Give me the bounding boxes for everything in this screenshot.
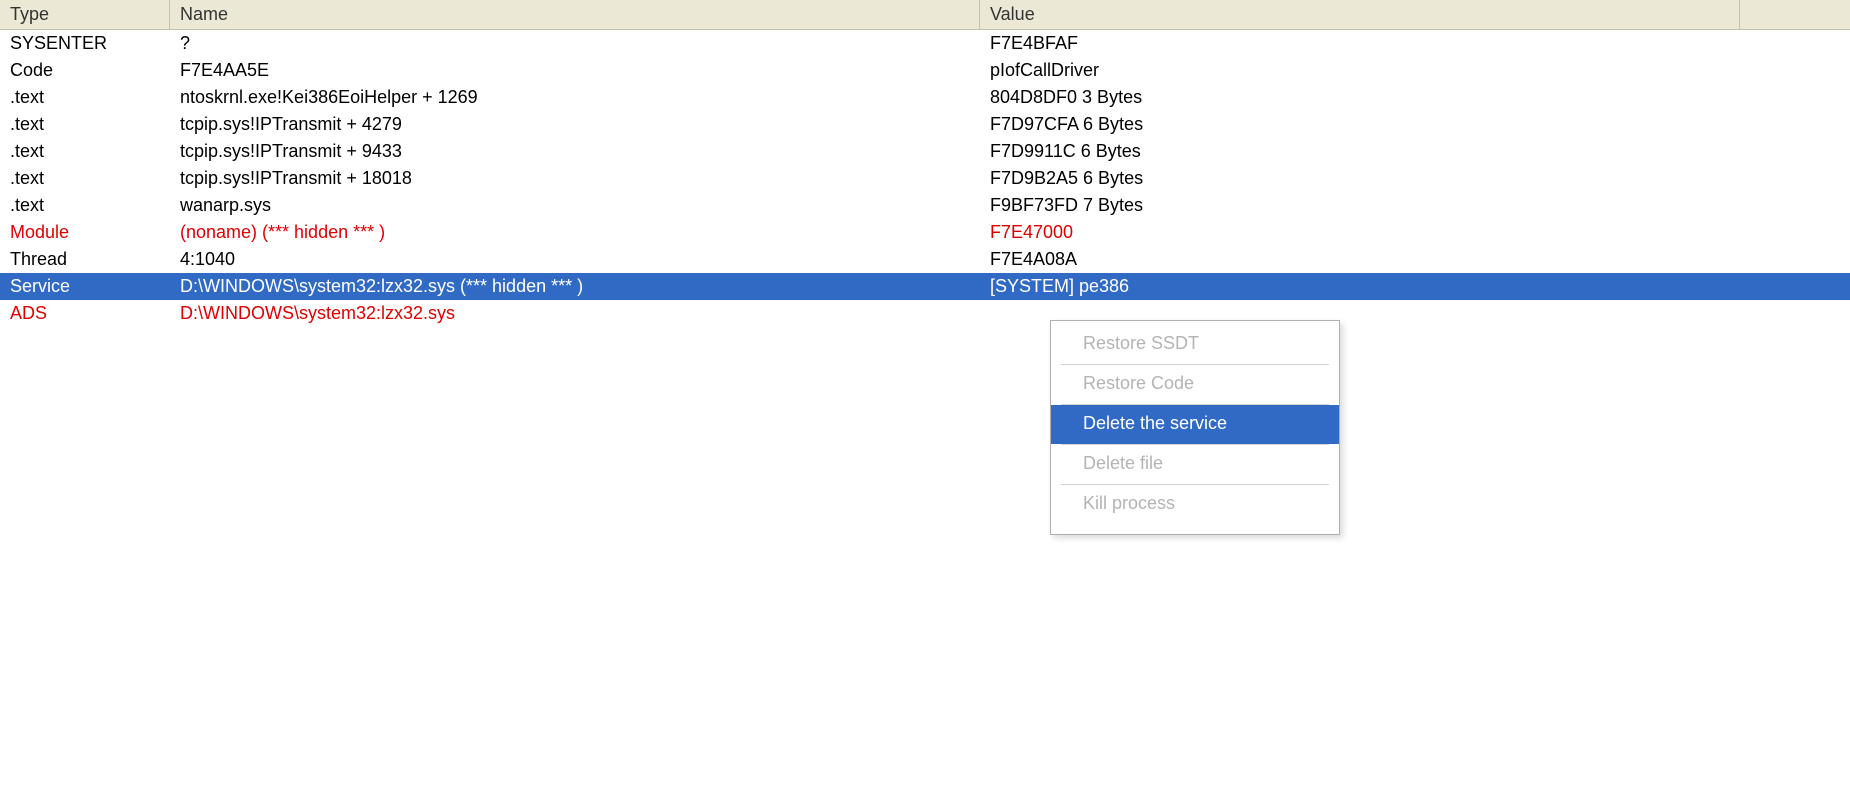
table-row[interactable]: ADSD:\WINDOWS\system32:lzx32.sys [0, 300, 1850, 327]
table-row[interactable]: SYSENTER?F7E4BFAF [0, 30, 1850, 57]
cell-name: D:\WINDOWS\system32:lzx32.sys [170, 302, 980, 325]
cell-value: F7E4A08A [980, 248, 1850, 271]
cell-value: pIofCallDriver [980, 59, 1850, 82]
cell-value: F9BF73FD 7 Bytes [980, 194, 1850, 217]
cell-type: .text [0, 140, 170, 163]
column-header-extra[interactable] [1740, 0, 1850, 29]
menu-item[interactable]: Restore SSDT [1061, 325, 1329, 365]
menu-item[interactable]: Restore Code [1061, 365, 1329, 405]
cell-type: .text [0, 86, 170, 109]
cell-value: 804D8DF0 3 Bytes [980, 86, 1850, 109]
table-row[interactable]: CodeF7E4AA5EpIofCallDriver [0, 57, 1850, 84]
column-header-name[interactable]: Name [170, 0, 980, 29]
cell-type: SYSENTER [0, 32, 170, 55]
table-row[interactable]: Module(noname) (*** hidden *** )F7E47000 [0, 219, 1850, 246]
cell-name: ntoskrnl.exe!Kei386EoiHelper + 1269 [170, 86, 980, 109]
cell-name: (noname) (*** hidden *** ) [170, 221, 980, 244]
table-row[interactable]: .texttcpip.sys!IPTransmit + 4279F7D97CFA… [0, 111, 1850, 138]
cell-value [980, 313, 1850, 315]
menu-item[interactable]: Delete file [1061, 445, 1329, 485]
cell-value: F7D97CFA 6 Bytes [980, 113, 1850, 136]
cell-type: .text [0, 167, 170, 190]
cell-value: F7E4BFAF [980, 32, 1850, 55]
table-row[interactable]: Thread4:1040F7E4A08A [0, 246, 1850, 273]
cell-name: wanarp.sys [170, 194, 980, 217]
cell-name: tcpip.sys!IPTransmit + 9433 [170, 140, 980, 163]
column-header-type[interactable]: Type [0, 0, 170, 29]
cell-name: 4:1040 [170, 248, 980, 271]
cell-name: D:\WINDOWS\system32:lzx32.sys (*** hidde… [170, 275, 980, 298]
table-row[interactable]: .textwanarp.sysF9BF73FD 7 Bytes [0, 192, 1850, 219]
cell-value: F7E47000 [980, 221, 1850, 244]
cell-value: [SYSTEM] pe386 [980, 275, 1850, 298]
table-row[interactable]: .texttcpip.sys!IPTransmit + 9433F7D9911C… [0, 138, 1850, 165]
cell-name: tcpip.sys!IPTransmit + 18018 [170, 167, 980, 190]
cell-type: ADS [0, 302, 170, 325]
column-header-row: Type Name Value [0, 0, 1850, 30]
table-row[interactable]: .textntoskrnl.exe!Kei386EoiHelper + 1269… [0, 84, 1850, 111]
cell-type: .text [0, 194, 170, 217]
menu-item[interactable]: Delete the service [1051, 405, 1339, 444]
cell-type: Service [0, 275, 170, 298]
context-menu[interactable]: Restore SSDTRestore CodeDelete the servi… [1050, 320, 1340, 535]
table-row[interactable]: .texttcpip.sys!IPTransmit + 18018F7D9B2A… [0, 165, 1850, 192]
cell-name: F7E4AA5E [170, 59, 980, 82]
cell-type: Module [0, 221, 170, 244]
rootkit-listview[interactable]: Type Name Value SYSENTER?F7E4BFAFCodeF7E… [0, 0, 1850, 327]
cell-name: tcpip.sys!IPTransmit + 4279 [170, 113, 980, 136]
cell-type: .text [0, 113, 170, 136]
menu-item[interactable]: Kill process [1061, 485, 1329, 524]
table-row[interactable]: ServiceD:\WINDOWS\system32:lzx32.sys (**… [0, 273, 1850, 300]
cell-value: F7D9B2A5 6 Bytes [980, 167, 1850, 190]
column-header-value[interactable]: Value [980, 0, 1740, 29]
cell-type: Thread [0, 248, 170, 271]
cell-value: F7D9911C 6 Bytes [980, 140, 1850, 163]
cell-name: ? [170, 32, 980, 55]
cell-type: Code [0, 59, 170, 82]
